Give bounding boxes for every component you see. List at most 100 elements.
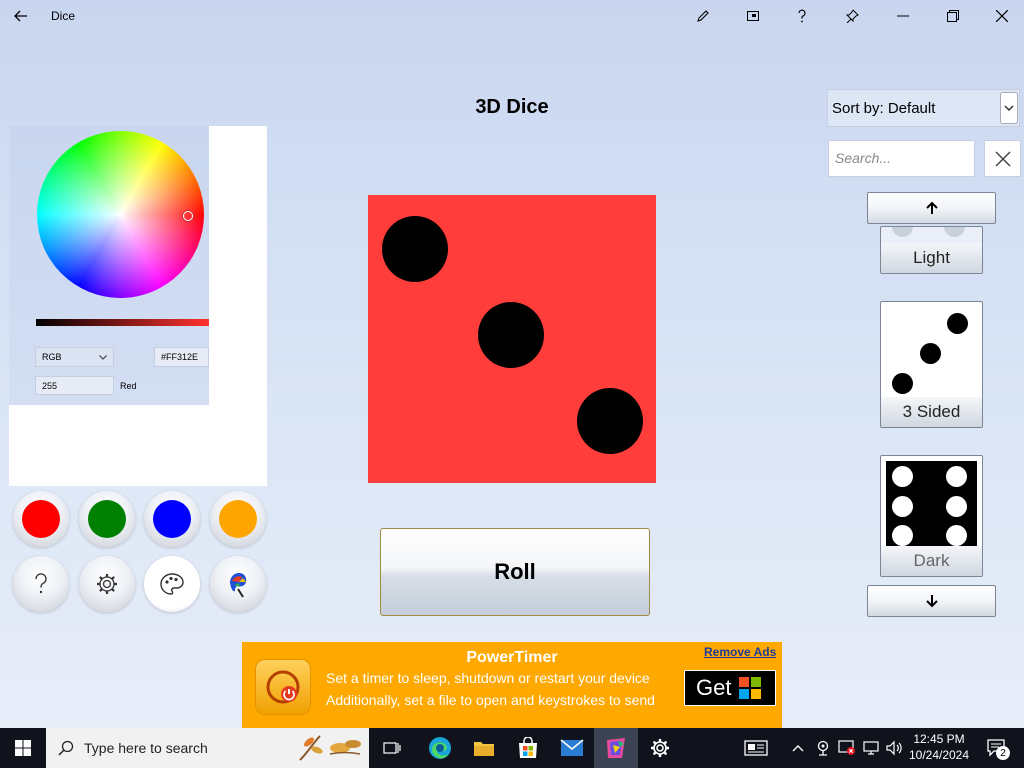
- theme-label: 3 Sided: [881, 397, 982, 427]
- pip: [382, 216, 448, 282]
- channel-label: Red: [120, 381, 137, 391]
- get-button[interactable]: Get: [684, 670, 776, 706]
- clock-time: 12:45 PM: [913, 732, 965, 746]
- pip: [478, 302, 544, 368]
- ad-title: PowerTimer: [466, 649, 558, 666]
- swatch-blue: [153, 500, 191, 538]
- pip: [944, 227, 965, 237]
- palette-icon: [160, 573, 184, 595]
- theme-label: Dark: [881, 546, 982, 576]
- pip: [892, 227, 913, 237]
- search-input[interactable]: Search...: [828, 140, 975, 177]
- close-icon: [994, 150, 1011, 167]
- arrow-up-icon: [925, 201, 938, 214]
- clear-search-button[interactable]: [984, 140, 1021, 177]
- dice-app-taskbar-button[interactable]: [594, 728, 638, 768]
- swatch-green: [88, 500, 126, 538]
- meet-now-button[interactable]: [814, 728, 832, 768]
- theme-card-dark[interactable]: Dark: [880, 455, 983, 577]
- swatch-orange-button[interactable]: [210, 491, 266, 547]
- edge-icon: [429, 737, 451, 759]
- color-wheel-marker[interactable]: [183, 211, 193, 221]
- theme-card-light[interactable]: Light: [880, 226, 983, 274]
- start-button[interactable]: [0, 728, 46, 768]
- ad-banner[interactable]: PowerTimer Set a timer to sleep, shutdow…: [242, 642, 782, 728]
- back-button[interactable]: [0, 0, 42, 32]
- pen-icon: [697, 10, 709, 22]
- store-icon: [519, 737, 537, 758]
- pip: [946, 496, 967, 517]
- security-tray-button[interactable]: [837, 728, 857, 768]
- pip: [892, 373, 913, 394]
- clock-date: 10/24/2024: [908, 748, 970, 762]
- hex-input[interactable]: #FF312E: [154, 347, 209, 367]
- store-button[interactable]: [506, 728, 550, 768]
- sort-dropdown-arrow[interactable]: [1000, 92, 1018, 124]
- pip: [892, 466, 913, 487]
- swatch-orange: [219, 500, 257, 538]
- back-arrow-icon: [14, 10, 27, 22]
- settings-taskbar-button[interactable]: [638, 728, 682, 768]
- taskbar-clock[interactable]: 12:45 PM 10/24/2024: [900, 731, 978, 763]
- theme-palette-button[interactable]: [144, 556, 200, 612]
- arrow-down-icon: [925, 595, 938, 608]
- taskbar-search[interactable]: Type here to search: [46, 728, 369, 768]
- dice-face[interactable]: [368, 195, 656, 483]
- brightness-slider[interactable]: [36, 319, 209, 326]
- restore-button[interactable]: [930, 0, 976, 32]
- pip: [577, 388, 643, 454]
- sort-select[interactable]: Sort by: Default: [827, 89, 1020, 127]
- windows-start-icon: [15, 740, 31, 756]
- color-wheel[interactable]: [37, 131, 204, 298]
- news-icon: [744, 740, 768, 756]
- edit-button[interactable]: [680, 0, 726, 32]
- taskbar-search-placeholder: Type here to search: [84, 740, 208, 756]
- autumn-leaves-icon: [299, 735, 361, 761]
- swatch-blue-button[interactable]: [144, 491, 200, 547]
- theme-label: Light: [881, 243, 982, 273]
- theme-card-3-sided[interactable]: 3 Sided: [880, 301, 983, 428]
- powertimer-icon: [255, 659, 311, 715]
- roll-button[interactable]: Roll: [380, 528, 650, 616]
- paint-app-icon: [230, 573, 247, 598]
- swatch-green-button[interactable]: [79, 491, 135, 547]
- edge-taskbar-button[interactable]: [418, 728, 462, 768]
- swatch-red-button[interactable]: [13, 491, 69, 547]
- network-icon: [863, 741, 879, 755]
- compact-overlay-button[interactable]: [730, 0, 776, 32]
- help-tool-button[interactable]: [13, 556, 69, 612]
- pin-button[interactable]: [829, 0, 875, 32]
- notifications-button[interactable]: 2: [982, 728, 1012, 768]
- pip: [892, 525, 913, 546]
- help-button[interactable]: [779, 0, 825, 32]
- window-title: Dice: [51, 9, 76, 23]
- show-hidden-icons-button[interactable]: [790, 728, 806, 768]
- scroll-down-button[interactable]: [867, 585, 996, 617]
- minimize-button[interactable]: [880, 0, 926, 32]
- close-icon: [996, 10, 1008, 22]
- network-button[interactable]: [861, 728, 881, 768]
- scroll-up-button[interactable]: [867, 192, 996, 224]
- chevron-down-icon: [99, 354, 107, 360]
- get-label: Get: [696, 675, 732, 700]
- file-explorer-button[interactable]: [462, 728, 506, 768]
- settings-button[interactable]: [79, 556, 135, 612]
- windows-logo-icon: [739, 677, 762, 699]
- pip: [920, 343, 941, 364]
- settings-gear-icon: [651, 739, 669, 757]
- news-widget-button[interactable]: [740, 728, 772, 768]
- channel-value-input[interactable]: 255: [35, 376, 114, 395]
- folder-icon: [474, 742, 494, 756]
- remove-ads-link[interactable]: Remove Ads: [704, 645, 776, 659]
- color-mode-select[interactable]: RGB: [35, 347, 114, 367]
- pip: [892, 496, 913, 517]
- pin-icon: [845, 9, 859, 23]
- task-view-button[interactable]: [370, 728, 414, 768]
- mail-button[interactable]: [550, 728, 594, 768]
- pip: [946, 466, 967, 487]
- paint-app-button[interactable]: [210, 556, 266, 612]
- app-title: 3D Dice: [475, 96, 549, 118]
- swatch-red: [22, 500, 60, 538]
- notification-count-badge: 2: [996, 746, 1010, 760]
- close-button[interactable]: [979, 0, 1024, 32]
